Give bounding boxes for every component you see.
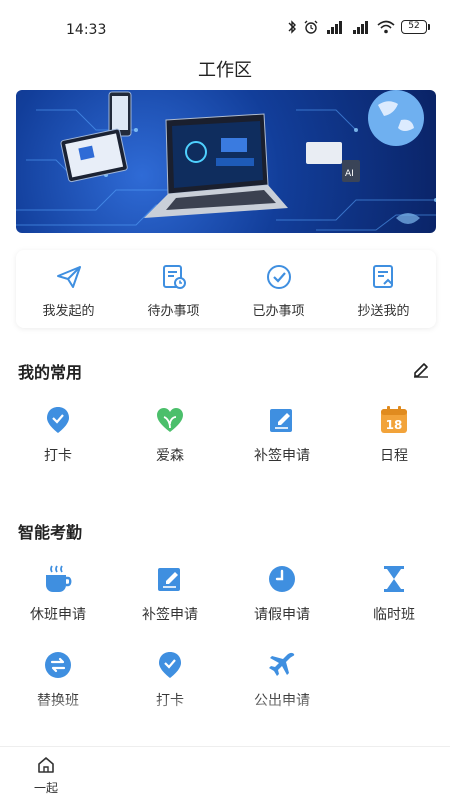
quick-tab-label: 待办事项 (147, 304, 200, 319)
hourglass-icon (379, 564, 409, 594)
status-time: 14:33 (66, 22, 107, 38)
edit-icon[interactable] (412, 360, 430, 378)
page-title: 工作区 (198, 60, 252, 81)
frequent-section-title: 我的常用 (18, 363, 83, 382)
heart-leaf-icon (155, 405, 185, 435)
wifi-icon (377, 20, 395, 34)
signal-2-icon (353, 21, 368, 34)
airplane-icon (267, 650, 297, 680)
attendance-item-supplement[interactable]: 补签申请 (114, 564, 226, 624)
status-bar: 14:33 52 (0, 0, 450, 56)
quick-tabs-card: 我发起的 待办事项 已办事项 抄送我的 (16, 250, 436, 328)
paper-plane-icon (54, 262, 84, 292)
attendance-item-leave[interactable]: 请假申请 (226, 564, 338, 624)
attendance-item-label: 补签申请 (142, 607, 198, 623)
status-icons: 52 (287, 20, 430, 34)
home-icon (38, 757, 54, 773)
battery-icon: 52 (401, 20, 430, 34)
battery-level: 52 (401, 20, 427, 34)
attendance-item-temp-shift[interactable]: 临时班 (338, 564, 450, 624)
quick-tab-initiated[interactable]: 我发起的 (16, 250, 121, 328)
signal-1-icon (327, 21, 342, 34)
frequent-item-label: 补签申请 (254, 448, 310, 464)
attendance-item-rest[interactable]: 休班申请 (2, 564, 114, 624)
alarm-icon (304, 20, 318, 34)
bottom-nav: 一起 (0, 746, 450, 800)
calendar-icon: 18 (379, 405, 409, 435)
attendance-item-label: 休班申请 (30, 607, 86, 623)
quick-tab-cc[interactable]: 抄送我的 (331, 250, 436, 328)
frequent-item-supplement[interactable]: 补签申请 (226, 405, 338, 465)
swap-icon (43, 650, 73, 680)
attendance-item-label: 请假申请 (254, 607, 310, 623)
frequent-item-label: 打卡 (44, 448, 72, 464)
frequent-item-aisen[interactable]: 爱森 (114, 405, 226, 465)
attendance-item-label: 临时班 (373, 607, 415, 623)
quick-tab-label: 已办事项 (252, 304, 305, 319)
frequent-item-label: 日程 (380, 448, 408, 464)
attendance-section-title: 智能考勤 (18, 523, 83, 542)
frequent-item-schedule[interactable]: 18 日程 (338, 405, 450, 465)
bottom-nav-home[interactable]: 一起 (26, 755, 66, 796)
coffee-cup-icon (43, 564, 73, 594)
clock-icon (267, 564, 297, 594)
quick-tab-label: 我发起的 (42, 304, 95, 319)
location-check-icon (43, 405, 73, 435)
svg-text:AI: AI (345, 169, 354, 179)
frequent-item-label: 爱森 (156, 448, 184, 464)
bottom-nav-label: 一起 (33, 781, 58, 795)
cc-doc-icon (369, 262, 399, 292)
quick-tab-done[interactable]: 已办事项 (226, 250, 331, 328)
calendar-date: 18 (386, 418, 403, 432)
edit-doc-icon (267, 405, 297, 435)
check-circle-icon (264, 262, 294, 292)
scroll-fade (0, 694, 450, 744)
quick-tab-label: 抄送我的 (357, 304, 410, 319)
pending-doc-icon (159, 262, 189, 292)
location-check-icon (155, 650, 185, 680)
bluetooth-icon (288, 20, 296, 34)
quick-tab-todo[interactable]: 待办事项 (121, 250, 226, 328)
frequent-item-clock-in[interactable]: 打卡 (2, 405, 114, 465)
banner-image[interactable]: AI (16, 90, 436, 233)
edit-doc-icon (155, 564, 185, 594)
